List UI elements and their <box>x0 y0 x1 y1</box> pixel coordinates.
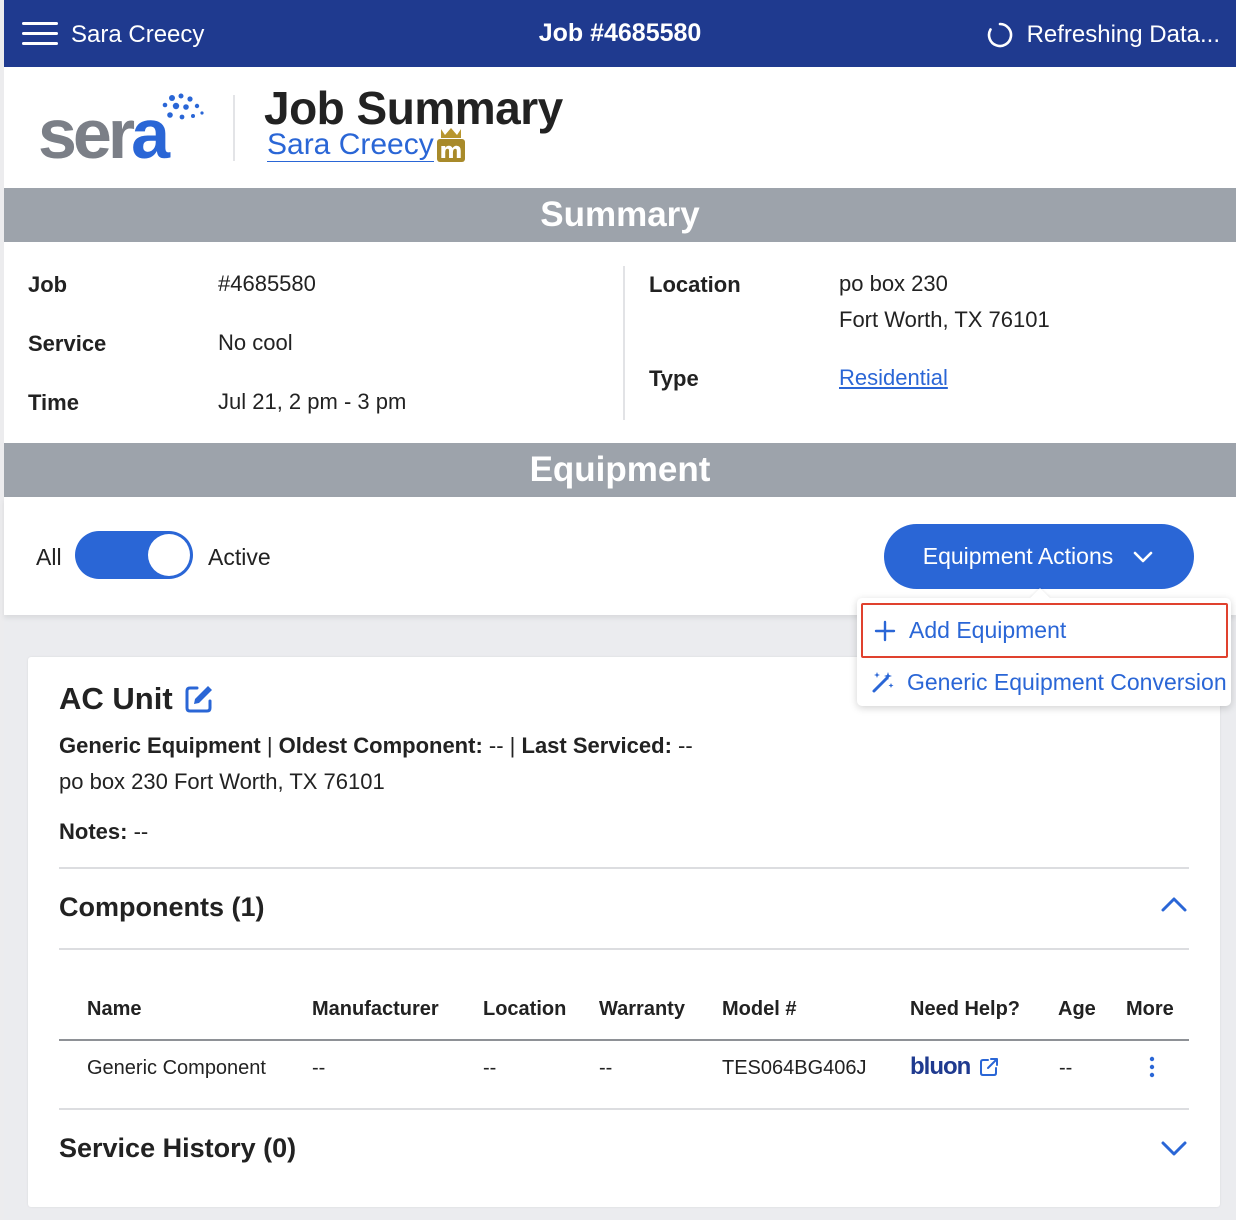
equipment-section-bar: Equipment <box>4 443 1236 497</box>
table-header-divider <box>59 1039 1189 1041</box>
component-warranty: -- <box>599 1057 613 1079</box>
chevron-down-icon[interactable] <box>1159 1133 1189 1163</box>
logo-text-grey: ser <box>38 95 135 173</box>
meta-last-value: -- <box>671 733 693 758</box>
equipment-actions-label: Equipment Actions <box>922 543 1114 569</box>
topbar-user-name[interactable]: Sara Creecy <box>71 21 204 49</box>
service-history-heading[interactable]: Service History (0) <box>59 1133 296 1164</box>
equipment-actions-menu: Add Equipment Generic Equipment Conversi… <box>857 588 1231 706</box>
filter-all-label: All <box>36 544 62 570</box>
component-manufacturer: -- <box>312 1057 326 1079</box>
notes-label: Notes: <box>59 819 128 844</box>
equipment-title: AC Unit <box>59 681 215 717</box>
meta-generic: Generic Equipment <box>59 733 261 758</box>
header-divider <box>233 95 235 161</box>
component-model: TES064BG406J <box>722 1057 867 1079</box>
column-header-warranty: Warranty <box>599 998 685 1020</box>
plus-icon <box>874 620 896 641</box>
logo-text-blue: a <box>131 95 170 173</box>
refresh-status-text: Refreshing Data... <box>1026 21 1220 48</box>
service-value: No cool <box>218 330 293 355</box>
component-age: -- <box>1059 1057 1073 1079</box>
components-heading[interactable]: Components (1) <box>59 892 265 923</box>
customer-name-link[interactable]: Sara Creecy <box>267 129 434 162</box>
location-line1: po box 230 <box>839 271 948 296</box>
meta-last-label: Last Serviced: <box>521 733 672 758</box>
type-residential-link[interactable]: Residential <box>839 360 948 396</box>
summary-section-bar: Summary <box>4 188 1236 242</box>
job-label: Job <box>28 272 68 297</box>
time-value: Jul 21, 2 pm - 3 pm <box>218 389 407 414</box>
summary-divider <box>623 266 625 420</box>
bluon-brand-text: bluon <box>910 1053 971 1080</box>
type-label: Type <box>649 366 699 391</box>
components-divider <box>59 948 1189 950</box>
column-header-model: Model # <box>722 998 797 1020</box>
toggle-knob <box>148 534 190 576</box>
meta-separator: | <box>260 733 279 758</box>
add-equipment-menu-item[interactable]: Add Equipment <box>861 603 1228 658</box>
generic-equipment-conversion-label: Generic Equipment Conversion <box>907 668 1227 695</box>
all-active-toggle[interactable] <box>75 531 193 579</box>
member-crown-badge-icon: m <box>437 128 465 163</box>
top-bar: Sara Creecy Job #4685580 Refreshing Data… <box>4 0 1236 67</box>
equipment-card: AC Unit Generic Equipment | Oldest Compo… <box>28 657 1220 1207</box>
refresh-status: Refreshing Data... <box>987 21 1220 49</box>
location-label: Location <box>649 272 741 297</box>
location-line2: Fort Worth, TX 76101 <box>839 307 1050 332</box>
column-header-location: Location <box>483 998 567 1020</box>
equipment-notes: Notes: -- <box>59 819 148 845</box>
hamburger-menu-icon[interactable] <box>22 22 58 46</box>
meta-oldest-label: Oldest Component: <box>278 733 483 758</box>
edit-icon[interactable] <box>183 683 215 715</box>
equipment-address: po box 230 Fort Worth, TX 76101 <box>59 769 385 794</box>
bluon-help-link[interactable]: bluon <box>910 1053 1000 1081</box>
component-name[interactable]: Generic Component <box>87 1057 266 1080</box>
time-label: Time <box>28 390 79 415</box>
sera-logo: sera <box>38 93 206 169</box>
summary-panel: Job #4685580 Service No cool Time Jul 21… <box>4 242 1236 443</box>
loading-spinner-icon <box>987 22 1012 48</box>
meta-separator-2: | <box>509 733 522 758</box>
column-header-more: More <box>1126 998 1174 1020</box>
component-location: -- <box>483 1057 497 1079</box>
column-header-age: Age <box>1058 998 1096 1020</box>
chevron-up-icon[interactable] <box>1159 890 1189 920</box>
page-title: Job Summary <box>264 82 563 134</box>
equipment-actions-button[interactable]: Equipment Actions <box>884 524 1194 589</box>
chevron-down-icon <box>1133 551 1153 562</box>
notes-value: -- <box>127 819 149 844</box>
table-row-divider <box>59 1108 1189 1110</box>
equipment-meta: Generic Equipment | Oldest Component: --… <box>59 733 693 759</box>
card-divider <box>59 867 1189 869</box>
meta-oldest-value: -- <box>482 733 510 758</box>
more-options-icon[interactable] <box>1144 1055 1160 1079</box>
magic-wand-icon <box>872 672 894 693</box>
equipment-name: AC Unit <box>59 681 173 716</box>
job-value: #4685580 <box>218 271 316 296</box>
column-header-name: Name <box>87 998 142 1020</box>
filter-active-label: Active <box>208 544 271 570</box>
column-header-manufacturer: Manufacturer <box>312 998 439 1020</box>
generic-equipment-conversion-menu-item[interactable]: Generic Equipment Conversion <box>857 659 1231 705</box>
service-label: Service <box>28 331 107 356</box>
external-link-icon <box>980 1058 999 1076</box>
badge-letter: m <box>440 139 463 163</box>
column-header-need-help: Need Help? <box>910 998 1021 1020</box>
add-equipment-label: Add Equipment <box>909 617 1067 643</box>
page-header: sera Job Summary Sara Creecy m <box>4 67 1236 188</box>
